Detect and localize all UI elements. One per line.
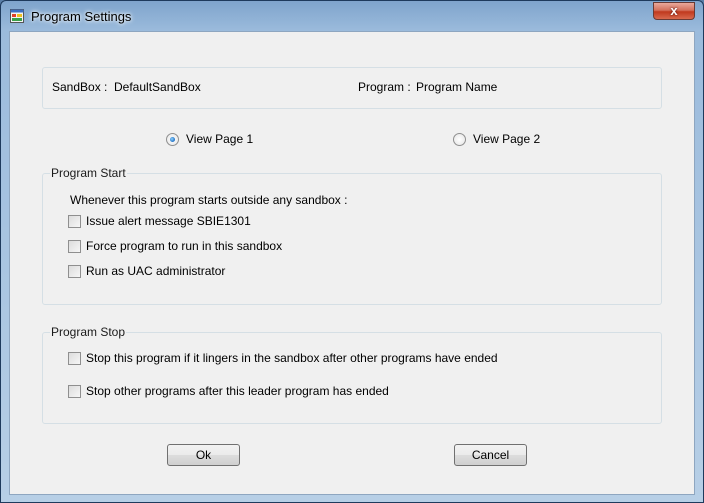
program-value: Program Name	[416, 80, 498, 94]
program-label: Program :	[358, 80, 411, 94]
issue-alert-label[interactable]: Issue alert message SBIE1301	[86, 214, 251, 228]
cancel-button[interactable]: Cancel	[454, 444, 527, 466]
app-icon	[10, 9, 24, 23]
force-sandbox-checkbox[interactable]	[68, 240, 81, 253]
program-start-group: Program Start Whenever this program star…	[42, 166, 662, 305]
stop-lingering-checkbox[interactable]	[68, 352, 81, 365]
info-panel: SandBox : DefaultSandBox Program : Progr…	[42, 67, 662, 109]
ok-button[interactable]: Ok	[167, 444, 240, 466]
stop-others-label[interactable]: Stop other programs after this leader pr…	[86, 384, 389, 398]
view-page-2-radio[interactable]	[453, 133, 466, 146]
view-page-2-label[interactable]: View Page 2	[473, 132, 540, 146]
sandbox-label: SandBox :	[52, 80, 108, 94]
run-as-admin-label[interactable]: Run as UAC administrator	[86, 264, 225, 278]
run-as-admin-checkbox[interactable]	[68, 265, 81, 278]
issue-alert-checkbox[interactable]	[68, 215, 81, 228]
program-stop-title: Program Stop	[50, 325, 127, 339]
title-bar[interactable]: Program Settings x	[1, 1, 703, 31]
program-settings-window: Program Settings x SandBox : DefaultSand…	[0, 0, 704, 503]
close-button[interactable]: x	[653, 2, 695, 20]
program-stop-group: Program Stop Stop this program if it lin…	[42, 325, 662, 424]
close-icon: x	[670, 3, 678, 18]
window-title: Program Settings	[31, 9, 132, 24]
program-start-title: Program Start	[50, 166, 127, 180]
dialog-client-area: SandBox : DefaultSandBox Program : Progr…	[9, 31, 695, 495]
view-page-1-radio[interactable]	[166, 133, 179, 146]
program-start-intro: Whenever this program starts outside any…	[70, 193, 348, 207]
sandbox-value: DefaultSandBox	[114, 80, 201, 94]
force-sandbox-label[interactable]: Force program to run in this sandbox	[86, 239, 282, 253]
stop-others-checkbox[interactable]	[68, 385, 81, 398]
stop-lingering-label[interactable]: Stop this program if it lingers in the s…	[86, 351, 498, 365]
view-page-1-label[interactable]: View Page 1	[186, 132, 253, 146]
